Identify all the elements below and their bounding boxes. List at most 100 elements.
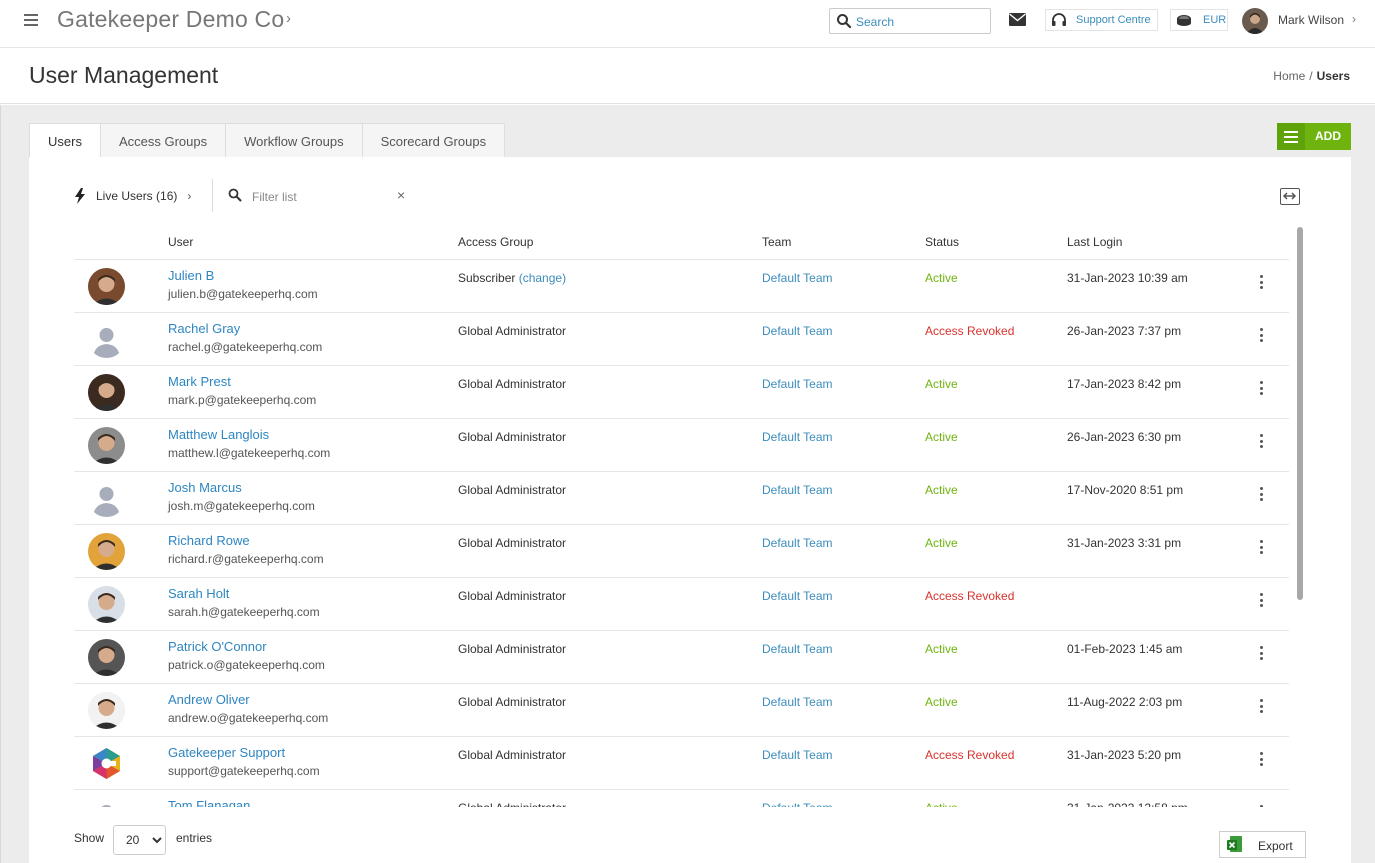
add-button-label: ADD bbox=[1315, 129, 1341, 143]
user-name-link[interactable]: Matthew Langlois bbox=[168, 427, 269, 442]
user-name[interactable]: Mark Wilson bbox=[1278, 13, 1344, 27]
hamburger-menu-icon[interactable] bbox=[24, 14, 38, 26]
user-email: richard.r@gatekeeperhq.com bbox=[168, 552, 324, 566]
entries-per-page-select[interactable]: 20 bbox=[113, 825, 166, 855]
user-name-link[interactable]: Mark Prest bbox=[168, 374, 231, 389]
user-name-link[interactable]: Sarah Holt bbox=[168, 586, 229, 601]
expand-width-icon[interactable] bbox=[1280, 188, 1300, 205]
user-email: rachel.g@gatekeeperhq.com bbox=[168, 340, 323, 354]
user-avatar[interactable] bbox=[1242, 8, 1268, 34]
row-actions-menu-icon[interactable] bbox=[1256, 751, 1266, 767]
export-button[interactable]: Export bbox=[1219, 831, 1306, 858]
user-name-link[interactable]: Josh Marcus bbox=[168, 480, 242, 495]
table-row[interactable]: Mark Prest mark.p@gatekeeperhq.com Global … bbox=[74, 366, 1289, 419]
breadcrumb-home[interactable]: Home bbox=[1273, 69, 1305, 83]
row-actions-menu-icon[interactable] bbox=[1256, 327, 1266, 343]
company-name[interactable]: Gatekeeper Demo Co bbox=[57, 6, 284, 33]
row-actions-menu-icon[interactable] bbox=[1256, 592, 1266, 608]
column-header-status[interactable]: Status bbox=[925, 235, 959, 249]
status-badge: Active bbox=[925, 642, 958, 656]
currency-label: EUR bbox=[1203, 14, 1227, 26]
team-link[interactable]: Default Team bbox=[762, 695, 832, 709]
access-group: Global Administrator bbox=[458, 589, 566, 603]
table-row[interactable]: Andrew Oliver andrew.o@gatekeeperhq.com Gl… bbox=[74, 684, 1289, 737]
users-table: User Access Group Team Status Last Login… bbox=[74, 225, 1289, 807]
tab-workflow-groups[interactable]: Workflow Groups bbox=[225, 123, 363, 158]
currency-selector[interactable]: EUR bbox=[1170, 9, 1228, 31]
team-link[interactable]: Default Team bbox=[762, 589, 832, 603]
chevron-right-icon[interactable]: › bbox=[286, 10, 291, 27]
team-link[interactable]: Default Team bbox=[762, 801, 832, 807]
row-actions-menu-icon[interactable] bbox=[1256, 380, 1266, 396]
table-scrollbar[interactable] bbox=[1297, 227, 1303, 600]
team-link[interactable]: Default Team bbox=[762, 430, 832, 444]
access-group: Subscriber (change) bbox=[458, 271, 566, 285]
row-actions-menu-icon[interactable] bbox=[1256, 804, 1266, 807]
filter-list[interactable]: × bbox=[228, 186, 413, 208]
row-actions-menu-icon[interactable] bbox=[1256, 433, 1266, 449]
access-group-name: Global Administrator bbox=[458, 695, 567, 709]
team-link[interactable]: Default Team bbox=[762, 324, 832, 338]
status-badge: Active bbox=[925, 483, 958, 497]
page-header: User Management Home / Users bbox=[0, 49, 1375, 104]
support-centre-label: Support Centre bbox=[1076, 14, 1151, 26]
row-actions-menu-icon[interactable] bbox=[1256, 486, 1266, 502]
column-header-last-login[interactable]: Last Login bbox=[1067, 235, 1122, 249]
row-actions-menu-icon[interactable] bbox=[1256, 698, 1266, 714]
team-link[interactable]: Default Team bbox=[762, 642, 832, 656]
breadcrumb-separator: / bbox=[1309, 69, 1313, 83]
team-link[interactable]: Default Team bbox=[762, 377, 832, 391]
table-row[interactable]: Julien B julien.b@gatekeeperhq.com Subscri… bbox=[74, 260, 1289, 313]
live-users-link[interactable]: Live Users (16) › bbox=[74, 186, 191, 206]
row-actions-menu-icon[interactable] bbox=[1256, 539, 1266, 555]
support-centre-button[interactable]: Support Centre bbox=[1045, 9, 1158, 31]
content-area: Users Access Groups Workflow Groups Scor… bbox=[0, 105, 1375, 863]
global-search[interactable] bbox=[829, 8, 991, 34]
table-row[interactable]: Matthew Langlois matthew.l@gatekeeperhq.c… bbox=[74, 419, 1289, 472]
add-user-button[interactable]: ADD bbox=[1277, 123, 1351, 150]
user-name-link[interactable]: Patrick O'Connor bbox=[168, 639, 267, 654]
access-group: Global Administrator bbox=[458, 536, 566, 550]
tab-scorecard-groups[interactable]: Scorecard Groups bbox=[361, 123, 506, 158]
table-row[interactable]: Sarah Holt sarah.h@gatekeeperhq.com Global… bbox=[74, 578, 1289, 631]
change-access-group-link[interactable]: (change) bbox=[519, 271, 566, 285]
user-name-link[interactable]: Andrew Oliver bbox=[168, 692, 250, 707]
table-row[interactable]: Josh Marcus josh.m@gatekeeperhq.com Global… bbox=[74, 472, 1289, 525]
access-group: Global Administrator bbox=[458, 483, 566, 497]
avatar bbox=[88, 268, 125, 305]
table-row[interactable]: Tom Flanagantom.f@gatekeeperhq.comGlobal… bbox=[74, 790, 1289, 807]
user-name-link[interactable]: Tom Flanagan bbox=[168, 798, 250, 807]
user-name-link[interactable]: Rachel Gray bbox=[168, 321, 240, 336]
tab-users[interactable]: Users bbox=[29, 123, 101, 158]
row-actions-menu-icon[interactable] bbox=[1256, 274, 1266, 290]
filter-input[interactable] bbox=[252, 188, 392, 206]
table-row[interactable]: Richard Rowe richard.r@gatekeeperhq.com Gl… bbox=[74, 525, 1289, 578]
chevron-right-icon[interactable]: › bbox=[1352, 12, 1356, 26]
team-link[interactable]: Default Team bbox=[762, 483, 832, 497]
tab-access-groups[interactable]: Access Groups bbox=[99, 123, 227, 158]
avatar bbox=[88, 745, 125, 782]
chevron-right-icon: › bbox=[187, 189, 192, 203]
team-link[interactable]: Default Team bbox=[762, 271, 832, 285]
search-input[interactable] bbox=[856, 13, 986, 31]
last-login: 31-Jan-2023 12:58 pm bbox=[1067, 801, 1188, 807]
clear-filter-icon[interactable]: × bbox=[397, 187, 405, 203]
team-link[interactable]: Default Team bbox=[762, 536, 832, 550]
table-row[interactable]: Patrick O'Connor patrick.o@gatekeeperhq.c… bbox=[74, 631, 1289, 684]
access-group: Global Administrator bbox=[458, 748, 566, 762]
user-email: andrew.o@gatekeeperhq.com bbox=[168, 711, 329, 725]
user-name-link[interactable]: Julien B bbox=[168, 268, 214, 283]
column-header-access-group[interactable]: Access Group bbox=[458, 235, 533, 249]
column-header-user[interactable]: User bbox=[168, 235, 193, 249]
envelope-icon[interactable] bbox=[1009, 13, 1026, 26]
user-name-link[interactable]: Richard Rowe bbox=[168, 533, 250, 548]
team-link[interactable]: Default Team bbox=[762, 748, 832, 762]
column-header-team[interactable]: Team bbox=[762, 235, 791, 249]
row-actions-menu-icon[interactable] bbox=[1256, 645, 1266, 661]
show-label: Show bbox=[74, 831, 105, 845]
user-name-link[interactable]: Gatekeeper Support bbox=[168, 745, 285, 760]
table-row[interactable]: Rachel Gray rachel.g@gatekeeperhq.com Glob… bbox=[74, 313, 1289, 366]
table-row[interactable]: Gatekeeper Support support@gatekeeperhq.c… bbox=[74, 737, 1289, 790]
access-group-name: Global Administrator bbox=[458, 536, 567, 550]
avatar bbox=[88, 321, 125, 358]
